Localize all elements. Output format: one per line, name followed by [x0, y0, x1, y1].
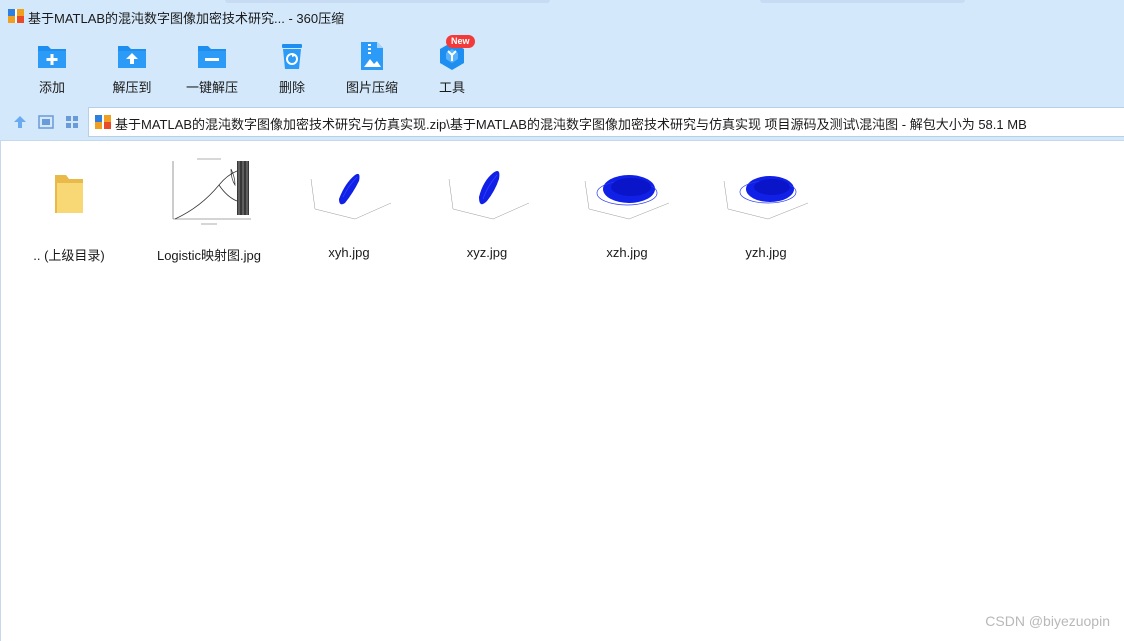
- extract-to-button[interactable]: 解压到: [96, 38, 168, 100]
- yzh-thumbnail: [723, 176, 809, 220]
- image-compress-label: 图片压缩: [345, 80, 398, 95]
- tools-button[interactable]: New 工具: [416, 35, 488, 100]
- parent-folder-item[interactable]: .. (上级目录): [1, 157, 137, 267]
- address-bar[interactable]: 基于MATLAB的混沌数字图像加密技术研究与仿真实现.zip\基于MATLAB的…: [88, 107, 1124, 137]
- folder-icon: [55, 175, 83, 213]
- file-item[interactable]: Logistic映射图.jpg: [141, 157, 277, 267]
- logistic-map-thumbnail: [161, 157, 257, 229]
- title-bar: 基于MATLAB的混沌数字图像加密技术研究... - 360压缩: [0, 0, 1124, 32]
- image-compress-icon: [361, 42, 383, 70]
- detail-view-icon[interactable]: [38, 114, 54, 130]
- archive-icon: [95, 115, 111, 129]
- extract-to-icon: [118, 46, 146, 68]
- one-click-extract-label: 一键解压: [185, 80, 238, 95]
- delete-label: 删除: [278, 80, 305, 95]
- file-name: xyz.jpg: [466, 245, 508, 260]
- xzh-thumbnail: [584, 175, 670, 220]
- archive-app-icon: [8, 9, 24, 23]
- file-item[interactable]: xyz.jpg: [419, 157, 555, 267]
- up-arrow-icon[interactable]: [12, 114, 28, 130]
- one-click-extract-icon: [198, 46, 226, 68]
- file-item[interactable]: xzh.jpg: [559, 157, 695, 267]
- file-name: xyh.jpg: [328, 245, 370, 260]
- thumbnail-view-icon[interactable]: [64, 114, 80, 130]
- navigation-bar: 基于MATLAB的混沌数字图像加密技术研究与仿真实现.zip\基于MATLAB的…: [0, 104, 1124, 141]
- image-compress-button[interactable]: 图片压缩: [336, 38, 408, 100]
- file-name: Logistic映射图.jpg: [156, 248, 262, 263]
- one-click-extract-button[interactable]: 一键解压: [176, 38, 248, 100]
- xyz-thumbnail: [448, 171, 530, 220]
- tools-label: 工具: [438, 80, 465, 95]
- file-name: xzh.jpg: [606, 245, 648, 260]
- file-item[interactable]: yzh.jpg: [698, 157, 834, 267]
- delete-button[interactable]: 删除: [256, 38, 328, 100]
- file-name: .. (上级目录): [33, 248, 105, 263]
- file-list: .. (上级目录) Logistic映射图.jpg xyh.jpg xyz.jp…: [0, 141, 1124, 641]
- delete-icon: [282, 44, 302, 69]
- add-button[interactable]: 添加: [16, 38, 88, 100]
- new-badge: New: [446, 35, 475, 48]
- tab-ghost: [225, 0, 550, 3]
- file-name: yzh.jpg: [745, 245, 787, 260]
- xyh-thumbnail: [310, 173, 392, 220]
- tab-ghost: [760, 0, 965, 3]
- window-title: 基于MATLAB的混沌数字图像加密技术研究... - 360压缩: [28, 11, 345, 26]
- add-label: 添加: [38, 80, 65, 95]
- toolbar: 添加 解压到 一键解压 删除 图片压缩 New 工具: [0, 32, 1124, 104]
- extract-to-label: 解压到: [112, 80, 152, 95]
- watermark: CSDN @biyezuopin: [985, 613, 1110, 629]
- file-item[interactable]: xyh.jpg: [281, 157, 417, 267]
- address-path: 基于MATLAB的混沌数字图像加密技术研究与仿真实现.zip\基于MATLAB的…: [115, 117, 1027, 132]
- add-icon: [38, 46, 66, 68]
